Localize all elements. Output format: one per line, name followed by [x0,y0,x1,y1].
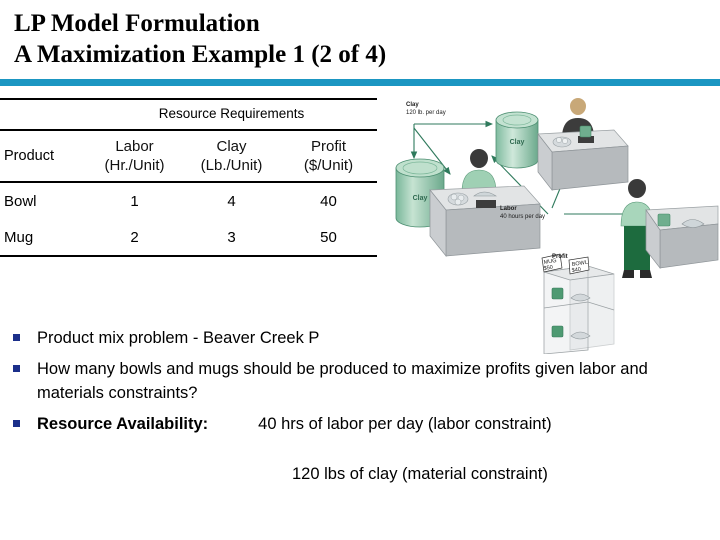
group-header-label: Resource Requirements [86,98,378,131]
cell-clay-mug: 3 [183,219,280,257]
price-tag-bowl-value: $40 [571,267,581,274]
column-header-labor-unit: (Hr./Unit) [104,157,165,174]
cell-labor-bowl: 1 [130,192,139,210]
column-header-profit-label: Profit [311,138,347,155]
list-item: Resource Availability: 40 hrs of labor pe… [13,412,713,436]
cell-labor-mug: 2 [86,219,183,257]
resource-requirements-table: Resource Requirements Product Labor (Hr.… [0,98,378,257]
column-header-profit: Profit ($/Unit) [280,130,378,183]
bullet-square-icon [13,365,20,372]
column-header-product: Product [0,130,86,183]
illustration-svg: Clay Clay MUG $50 BOWL $40 [395,98,719,354]
clay-input-label: Clay 120 lb. per day [406,102,446,117]
bullet-list: Product mix problem - Beaver Creek P How… [13,326,713,443]
title-line-2: A Maximization Example 1 (2 of 4) [14,41,387,68]
column-header-profit-unit: ($/Unit) [303,157,354,174]
cell-product-mug: Mug [0,219,86,257]
bullet-text-2: How many bowls and mugs should be produc… [37,360,648,402]
list-item: Product mix problem - Beaver Creek P [13,326,713,350]
labor-input-label: Labor 40 hours per day [500,206,545,221]
material-constraint-line: 120 lbs of clay (material constraint) [292,465,548,483]
table-row: Bowl 1 4 40 [0,182,377,219]
column-header-clay-unit: (Lb./Unit) [200,157,263,174]
profit-label: Profit [552,254,568,260]
labor-input-label-title: Labor [500,206,517,212]
list-item: How many bowls and mugs should be produc… [13,357,713,405]
column-header-labor-label: Labor [115,138,154,155]
title-divider-bar [0,79,720,86]
cell-product-bowl: Bowl [4,192,37,210]
bullet-square-icon [13,334,20,341]
column-header-clay: Clay (Lb./Unit) [183,130,280,183]
bullet-text-1: Product mix problem - Beaver Creek P [37,329,320,347]
cell-profit-bowl: 40 [320,192,337,210]
cell-clay-bowl: 4 [227,192,236,210]
barrel-label-left: Clay [413,195,428,202]
cell-profit-mug: 50 [280,219,378,257]
barrel-label-right: Clay [510,139,525,146]
bullet-square-icon [13,420,20,427]
resource-availability-label: Resource Availability: [37,415,209,433]
process-illustration: Clay Clay MUG $50 BOWL $40 Clay 120 lb. … [392,96,720,354]
group-header-spacer [0,98,86,131]
labor-input-label-sub: 40 hours per day [500,213,546,220]
column-header-clay-label: Clay [216,138,247,155]
table-column-header-row: Product Labor (Hr./Unit) Clay (Lb./Unit)… [0,130,378,183]
clay-barrel-right: Clay [495,111,539,169]
title-line-1: LP Model Formulation [14,10,260,37]
workbench-three [620,179,719,278]
table-row: Mug 2 3 50 [0,219,378,257]
table-group-header-row: Resource Requirements [0,98,378,131]
column-header-labor: Labor (Hr./Unit) [86,130,183,183]
workbench-two [537,98,629,192]
slide-title: LP Model Formulation A Maximization Exam… [14,8,704,70]
resource-availability-value: 40 hrs of labor per day (labor constrain… [258,415,552,433]
clay-input-label-sub: 120 lb. per day [406,109,446,116]
clay-input-label-title: Clay [406,102,419,108]
